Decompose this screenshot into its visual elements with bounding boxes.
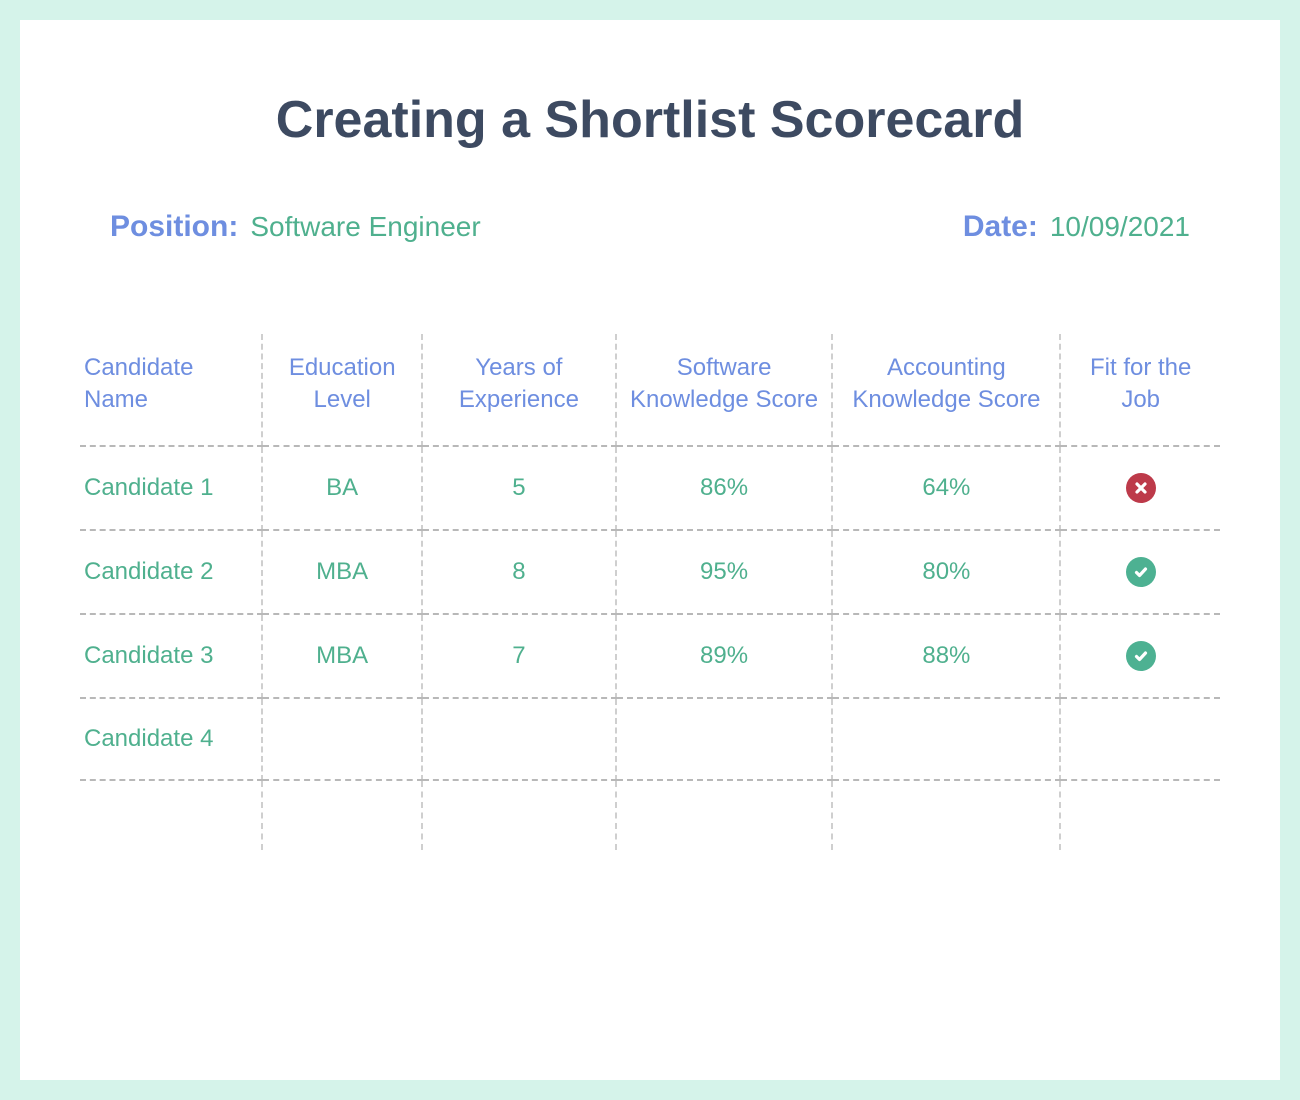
header-experience: Years of Experience <box>422 334 616 446</box>
table-row: Candidate 4 <box>80 698 1220 780</box>
check-icon <box>1126 641 1156 671</box>
empty-cell <box>832 780 1060 850</box>
table-header-row: Candidate Name Education Level Years of … <box>80 334 1220 446</box>
cell-name: Candidate 2 <box>80 530 262 614</box>
cell-experience: 5 <box>422 446 616 530</box>
cell-experience: 7 <box>422 614 616 698</box>
table-row: Candidate 1 BA 5 86% 64% <box>80 446 1220 530</box>
date-group: Date: 10/09/2021 <box>963 210 1190 244</box>
cell-name: Candidate 1 <box>80 446 262 530</box>
cell-software: 95% <box>616 530 833 614</box>
cell-accounting: 88% <box>832 614 1060 698</box>
header-software: Software Knowledge Score <box>616 334 833 446</box>
header-accounting: Accounting Knowledge Score <box>832 334 1060 446</box>
cross-icon <box>1126 473 1156 503</box>
table-footer-row <box>80 780 1220 850</box>
empty-cell <box>422 780 616 850</box>
cell-accounting: 64% <box>832 446 1060 530</box>
cell-software: 89% <box>616 614 833 698</box>
position-label: Position: <box>110 210 238 244</box>
table-row: Candidate 3 MBA 7 89% 88% <box>80 614 1220 698</box>
cell-fit <box>1060 446 1220 530</box>
cell-fit <box>1060 698 1220 780</box>
cell-education <box>262 698 422 780</box>
cell-software <box>616 698 833 780</box>
cell-software: 86% <box>616 446 833 530</box>
page-title: Creating a Shortlist Scorecard <box>80 90 1220 150</box>
cell-name: Candidate 3 <box>80 614 262 698</box>
empty-cell <box>80 780 262 850</box>
date-label: Date: <box>963 210 1038 244</box>
cell-name: Candidate 4 <box>80 698 262 780</box>
cell-accounting: 80% <box>832 530 1060 614</box>
table-row: Candidate 2 MBA 8 95% 80% <box>80 530 1220 614</box>
cell-education: MBA <box>262 614 422 698</box>
cell-accounting <box>832 698 1060 780</box>
header-fit: Fit for the Job <box>1060 334 1220 446</box>
cell-experience <box>422 698 616 780</box>
date-value: 10/09/2021 <box>1050 211 1190 243</box>
cell-fit <box>1060 614 1220 698</box>
cell-education: MBA <box>262 530 422 614</box>
header-name: Candidate Name <box>80 334 262 446</box>
cell-education: BA <box>262 446 422 530</box>
scorecard-card: Creating a Shortlist Scorecard Position:… <box>20 20 1280 1080</box>
empty-cell <box>616 780 833 850</box>
empty-cell <box>1060 780 1220 850</box>
check-icon <box>1126 557 1156 587</box>
header-education: Education Level <box>262 334 422 446</box>
position-group: Position: Software Engineer <box>110 210 481 244</box>
empty-cell <box>262 780 422 850</box>
cell-experience: 8 <box>422 530 616 614</box>
position-value: Software Engineer <box>250 211 480 243</box>
scorecard-table: Candidate Name Education Level Years of … <box>80 334 1220 850</box>
meta-row: Position: Software Engineer Date: 10/09/… <box>80 210 1220 244</box>
cell-fit <box>1060 530 1220 614</box>
